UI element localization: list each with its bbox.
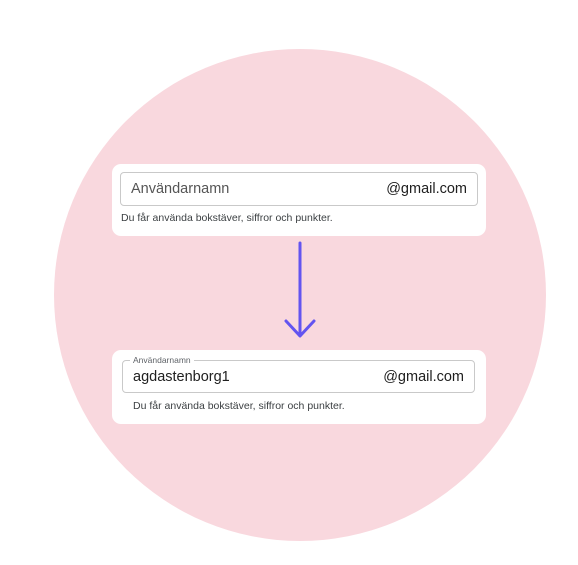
- helper-text: Du får använda bokstäver, siffror och pu…: [121, 212, 333, 224]
- username-input-empty[interactable]: Användarnamn @gmail.com: [120, 172, 478, 206]
- username-card-empty: Användarnamn @gmail.com Du får använda b…: [112, 164, 486, 236]
- username-floating-label: Användarnamn: [130, 355, 194, 365]
- helper-text: Du får använda bokstäver, siffror och pu…: [133, 400, 345, 412]
- username-value: agdastenborg1: [133, 368, 230, 385]
- domain-suffix: @gmail.com: [386, 181, 467, 197]
- domain-suffix: @gmail.com: [383, 368, 464, 385]
- username-card-filled: Användarnamn agdastenborg1 @gmail.com Du…: [112, 350, 486, 424]
- username-placeholder: Användarnamn: [131, 181, 230, 197]
- arrow-down-icon: [284, 241, 316, 338]
- illustration-stage: Användarnamn @gmail.com Du får använda b…: [0, 0, 578, 565]
- username-input-filled[interactable]: Användarnamn agdastenborg1 @gmail.com: [122, 355, 475, 393]
